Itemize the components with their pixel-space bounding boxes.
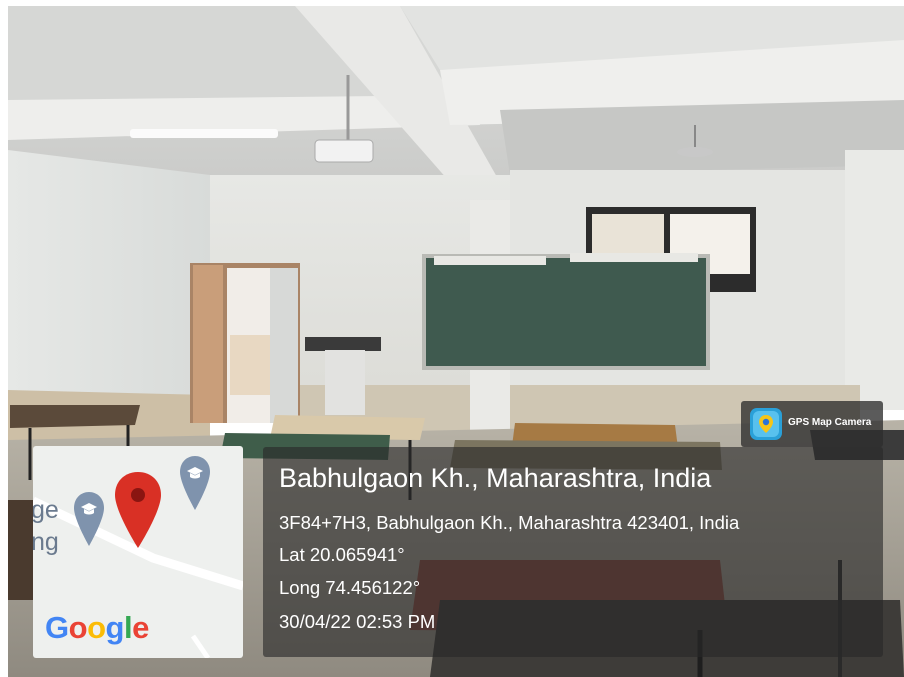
google-logo-letter: e [132, 610, 149, 645]
location-pin-icon [115, 472, 161, 548]
google-logo: Google [45, 610, 149, 646]
map-label-fragment-2: ng [33, 528, 59, 556]
camera-pin-icon [750, 408, 782, 440]
school-marker-icon [74, 492, 104, 546]
google-logo-letter: o [87, 610, 106, 645]
longitude-text: Long 74.456122° [279, 577, 421, 598]
google-logo-letter: l [123, 610, 133, 645]
gps-map-camera-badge: GPS Map Camera [741, 401, 883, 447]
map-thumbnail: ge ng Google [33, 446, 243, 658]
school-marker-icon [180, 456, 210, 510]
location-info-panel: Babhulgaon Kh., Maharashtra, India 3F84+… [263, 447, 883, 657]
badge-label: GPS Map Camera [788, 417, 872, 428]
location-title: Babhulgaon Kh., Maharashtra, India [279, 463, 712, 493]
location-address: 3F84+7H3, Babhulgaon Kh., Maharashtra 42… [279, 512, 740, 533]
google-logo-letter: g [105, 610, 125, 645]
map-label-fragment-1: ge [33, 496, 59, 524]
datetime-text: 30/04/22 02:53 PM [279, 611, 436, 632]
google-logo-letter: G [45, 610, 69, 645]
latitude-text: Lat 20.065941° [279, 544, 405, 565]
google-logo-letter: o [68, 610, 88, 645]
